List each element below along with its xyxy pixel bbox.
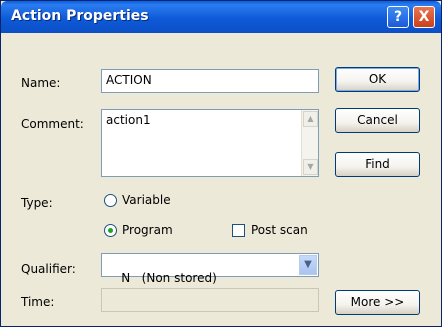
close-button[interactable]: X bbox=[413, 6, 435, 28]
name-label: Name: bbox=[21, 76, 61, 90]
chevron-down-icon[interactable]: ▼ bbox=[299, 255, 317, 275]
action-properties-dialog: Action Properties ? X Name: ACTION Comme… bbox=[0, 0, 442, 327]
time-label: Time: bbox=[21, 295, 55, 309]
post-scan-checkbox[interactable] bbox=[232, 224, 245, 237]
variable-radio[interactable] bbox=[104, 194, 117, 207]
cancel-button[interactable]: Cancel bbox=[335, 108, 420, 133]
post-scan-label[interactable]: Post scan bbox=[251, 223, 308, 237]
comment-scrollbar[interactable]: ▲ ▼ bbox=[301, 110, 318, 176]
scroll-down-arrow-icon[interactable]: ▼ bbox=[303, 159, 318, 175]
qualifier-label: Qualifier: bbox=[21, 262, 76, 276]
program-radio[interactable] bbox=[104, 224, 117, 237]
find-button[interactable]: Find bbox=[335, 152, 420, 177]
help-button[interactable]: ? bbox=[387, 6, 409, 28]
ok-button[interactable]: OK bbox=[335, 67, 420, 92]
window-title: Action Properties bbox=[11, 8, 149, 24]
time-input[interactable] bbox=[101, 288, 319, 312]
qualifier-value: N (Non stored) bbox=[121, 271, 217, 285]
comment-textarea[interactable]: action1 bbox=[101, 109, 319, 177]
title-bar[interactable]: Action Properties ? X bbox=[1, 1, 441, 33]
type-label: Type: bbox=[21, 196, 53, 210]
radio-selected-dot bbox=[108, 228, 113, 233]
scroll-up-arrow-icon[interactable]: ▲ bbox=[303, 111, 318, 127]
variable-radio-label[interactable]: Variable bbox=[122, 193, 171, 207]
comment-label: Comment: bbox=[21, 117, 84, 131]
comment-text: action1 bbox=[106, 113, 151, 127]
qualifier-select[interactable]: N (Non stored) bbox=[101, 253, 319, 285]
more-button[interactable]: More >> bbox=[335, 290, 420, 315]
program-radio-label[interactable]: Program bbox=[122, 223, 173, 237]
name-input[interactable]: ACTION bbox=[101, 69, 319, 93]
